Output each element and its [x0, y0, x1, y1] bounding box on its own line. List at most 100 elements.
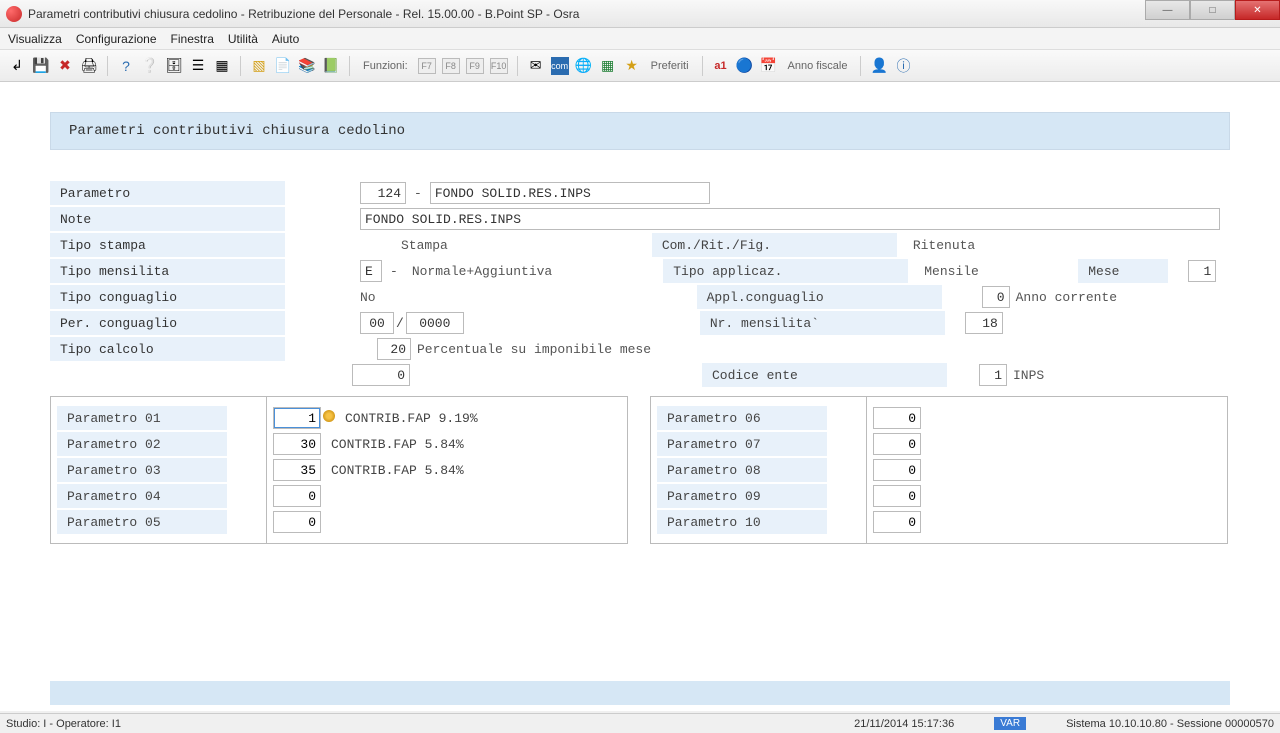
param07-input[interactable] — [873, 433, 921, 455]
param08-input[interactable] — [873, 459, 921, 481]
preferiti-label[interactable]: Preferiti — [647, 60, 693, 72]
param07-label: Parametro 07 — [657, 432, 827, 456]
param04-label: Parametro 04 — [57, 484, 227, 508]
com-icon[interactable]: com — [551, 57, 569, 75]
tipo-calcolo-input[interactable] — [377, 338, 411, 360]
param04-input[interactable] — [273, 485, 321, 507]
workspace: Parametri contributivi chiusura cedolino… — [0, 82, 1280, 711]
books2-icon[interactable]: 📗 — [322, 57, 340, 75]
codice-ente-desc: INPS — [1007, 368, 1050, 383]
param06-input[interactable] — [873, 407, 921, 429]
star-icon[interactable]: ★ — [623, 57, 641, 75]
menu-utilita[interactable]: Utilità — [228, 32, 258, 46]
tipo-stampa-label: Tipo stampa — [50, 233, 285, 257]
globe2-icon[interactable]: 🔵 — [736, 57, 754, 75]
web-icon[interactable]: 🌐 — [575, 57, 593, 75]
com-rit-fig-desc: Ritenuta — [907, 238, 981, 253]
funzioni-label: Funzioni: — [359, 60, 412, 72]
nr-mensilita-input[interactable] — [965, 312, 1003, 334]
grid-icon[interactable]: ▦ — [213, 57, 231, 75]
tipo-conguaglio-label: Tipo conguaglio — [50, 285, 285, 309]
param05-label: Parametro 05 — [57, 510, 227, 534]
codice-ente-label: Codice ente — [702, 363, 947, 387]
f9-key[interactable]: F9 — [466, 58, 484, 74]
stack-icon[interactable]: ▧ — [250, 57, 268, 75]
param05-input[interactable] — [273, 511, 321, 533]
per-conguaglio-label: Per. conguaglio — [50, 311, 285, 335]
param01-input[interactable] — [273, 407, 321, 429]
params-left-labels: Parametro 01 Parametro 02 Parametro 03 P… — [50, 396, 266, 544]
print-icon[interactable]: 🖨 — [80, 57, 98, 75]
com-rit-fig-label: Com./Rit./Fig. — [652, 233, 897, 257]
maximize-button[interactable]: □ — [1190, 0, 1235, 20]
param02-input[interactable] — [273, 433, 321, 455]
menu-finestra[interactable]: Finestra — [171, 32, 214, 46]
f10-key[interactable]: F10 — [490, 58, 508, 74]
mail-icon[interactable]: ✉ — [527, 57, 545, 75]
delete-icon[interactable]: ✖ — [56, 57, 74, 75]
f7-key[interactable]: F7 — [418, 58, 436, 74]
per-conguaglio-mm[interactable] — [360, 312, 394, 334]
param03-input[interactable] — [273, 459, 321, 481]
info2-icon[interactable]: ⓘ — [894, 57, 912, 75]
param01-desc: CONTRIB.FAP 9.19% — [339, 411, 478, 426]
app-icon — [6, 6, 22, 22]
titlebar: Parametri contributivi chiusura cedolino… — [0, 0, 1280, 28]
status-var-badge: VAR — [994, 717, 1026, 730]
note-label: Note — [50, 207, 285, 231]
parametro-label: Parametro — [50, 181, 285, 205]
separator — [107, 56, 108, 76]
param10-label: Parametro 10 — [657, 510, 827, 534]
param06-label: Parametro 06 — [657, 406, 827, 430]
separator — [349, 56, 350, 76]
parametro-desc-input[interactable] — [430, 182, 710, 204]
param02-label: Parametro 02 — [57, 432, 227, 456]
form-area: Parametro - Note Tipo stampa Stampa Com.… — [50, 180, 1230, 544]
exit-icon[interactable]: ↲ — [8, 57, 26, 75]
db-icon[interactable]: 🗄 — [165, 57, 183, 75]
book-icon[interactable]: 📚 — [298, 57, 316, 75]
help-icon[interactable]: ? — [117, 57, 135, 75]
status-left: Studio: I - Operatore: I1 — [6, 718, 121, 730]
parametro-input[interactable] — [360, 182, 406, 204]
secondary-input[interactable] — [352, 364, 410, 386]
param10-input[interactable] — [873, 511, 921, 533]
anno-fiscale-label[interactable]: Anno fiscale — [784, 60, 852, 72]
info-icon[interactable]: ❔ — [141, 57, 159, 75]
tipo-mensilita-desc: Normale+Aggiuntiva — [406, 264, 558, 279]
slash: / — [394, 316, 406, 331]
status-datetime: 21/11/2014 15:17:36 — [854, 718, 954, 730]
tipo-mensilita-input[interactable] — [360, 260, 382, 282]
codice-ente-input[interactable] — [979, 364, 1007, 386]
menu-aiuto[interactable]: Aiuto — [272, 32, 299, 46]
per-conguaglio-yyyy[interactable] — [406, 312, 464, 334]
appl-conguaglio-desc: Anno corrente — [1010, 290, 1123, 305]
note-input[interactable] — [360, 208, 1220, 230]
list-icon[interactable]: ☰ — [189, 57, 207, 75]
save-icon[interactable]: 💾 — [32, 57, 50, 75]
tipo-mensilita-label: Tipo mensilita — [50, 259, 285, 283]
param03-label: Parametro 03 — [57, 458, 227, 482]
close-button[interactable]: ✕ — [1235, 0, 1280, 20]
param09-input[interactable] — [873, 485, 921, 507]
tipo-calcolo-desc: Percentuale su imponibile mese — [411, 342, 657, 357]
window-controls: — □ ✕ — [1145, 0, 1280, 20]
footer-bar — [50, 681, 1230, 705]
excel-icon[interactable]: ▦ — [599, 57, 617, 75]
doc-icon[interactable]: 📄 — [274, 57, 292, 75]
nr-mensilita-label: Nr. mensilita` — [700, 311, 945, 335]
mese-input[interactable] — [1188, 260, 1216, 282]
param08-label: Parametro 08 — [657, 458, 827, 482]
calendar-icon[interactable]: 📅 — [760, 57, 778, 75]
separator — [702, 56, 703, 76]
statusbar: Studio: I - Operatore: I1 21/11/2014 15:… — [0, 713, 1280, 733]
appl-conguaglio-input[interactable] — [982, 286, 1010, 308]
f8-key[interactable]: F8 — [442, 58, 460, 74]
minimize-button[interactable]: — — [1145, 0, 1190, 20]
dash2: - — [382, 264, 406, 279]
a1-icon[interactable]: a1 — [712, 57, 730, 75]
panel-title: Parametri contributivi chiusura cedolino — [50, 112, 1230, 150]
menu-configurazione[interactable]: Configurazione — [76, 32, 157, 46]
menu-visualizza[interactable]: Visualizza — [8, 32, 62, 46]
user-icon[interactable]: 👤 — [870, 57, 888, 75]
